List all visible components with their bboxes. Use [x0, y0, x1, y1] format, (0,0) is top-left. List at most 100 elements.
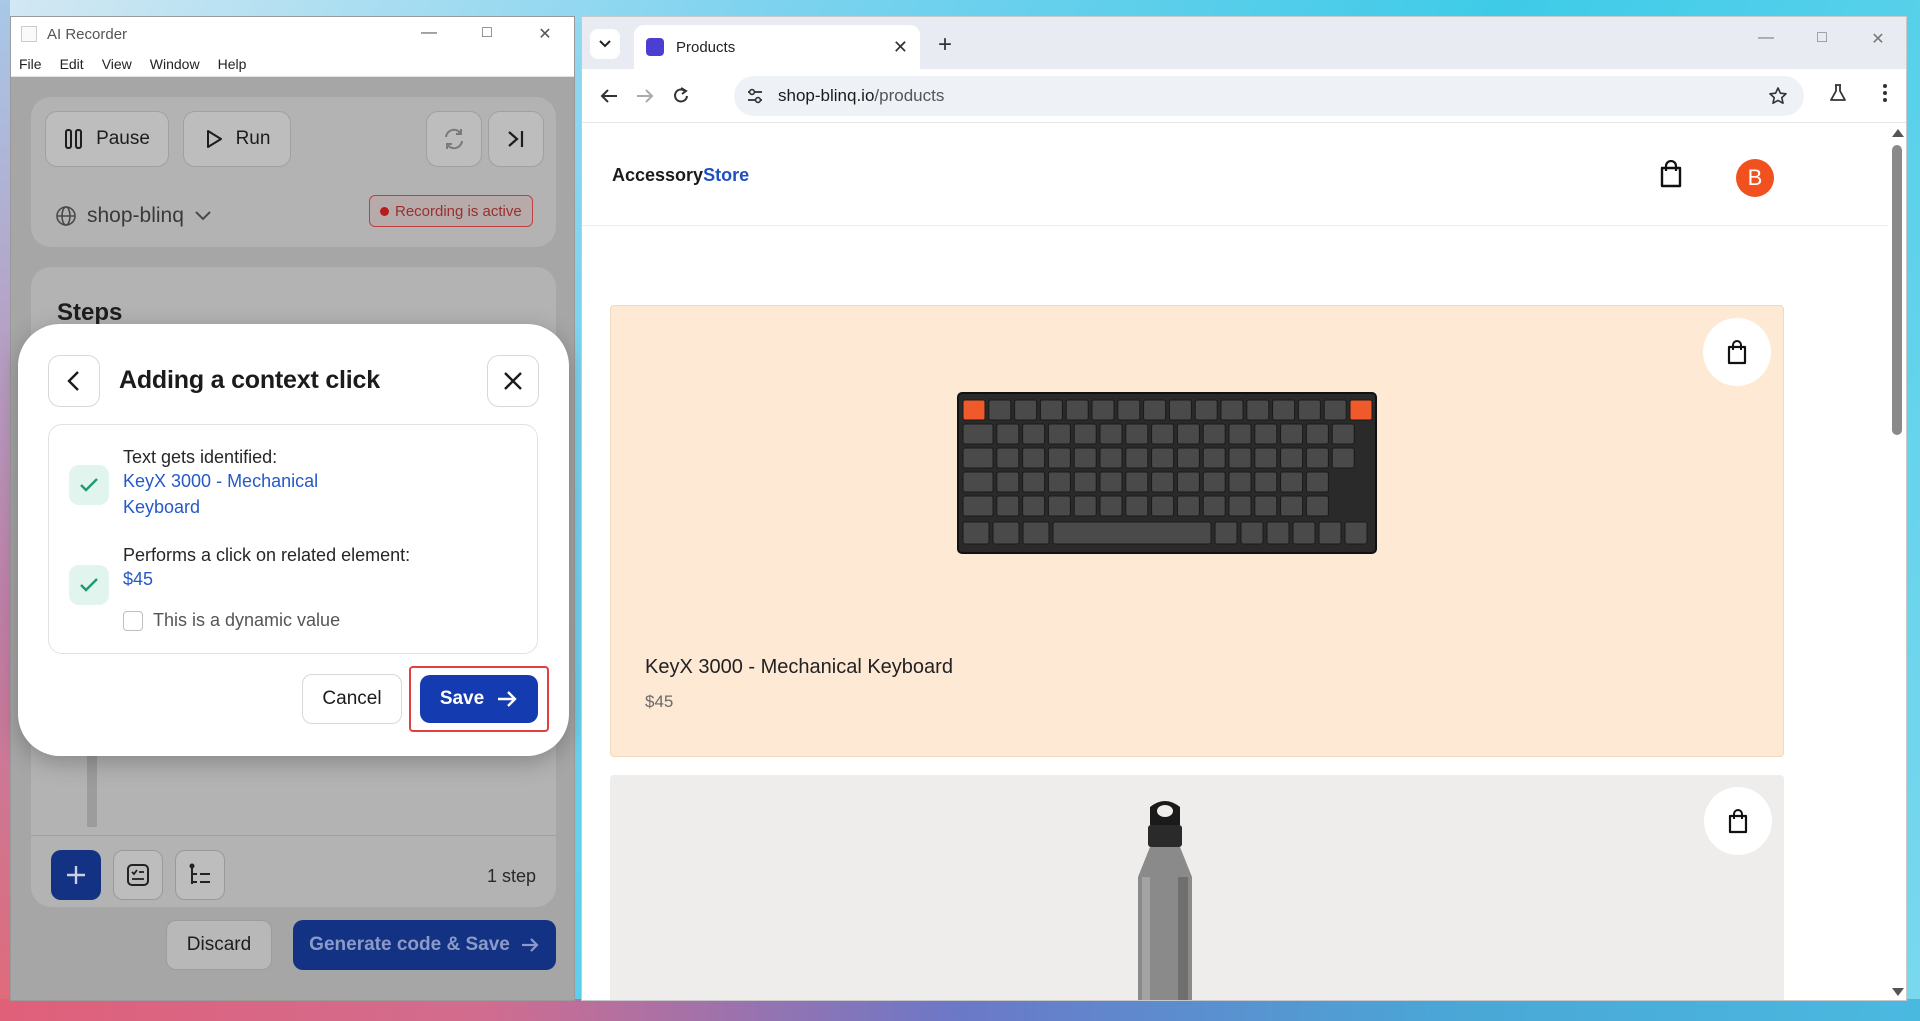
keyboard-key: [1194, 399, 1218, 421]
recorder-titlebar: AI Recorder — □ ✕: [11, 17, 574, 51]
keyboard-key: [1280, 447, 1304, 469]
scroll-thumb[interactable]: [1892, 145, 1902, 435]
address-bar[interactable]: shop-blinq.io/products: [734, 76, 1804, 116]
site-settings-icon[interactable]: [746, 88, 764, 104]
project-name: shop-blinq: [87, 204, 184, 227]
page-viewport: AccessoryStore B KeyX 3000 - Mechanical …: [582, 123, 1906, 1000]
menu-help[interactable]: Help: [216, 56, 247, 72]
favicon-icon: [646, 38, 664, 56]
keyboard-key: [1305, 495, 1329, 517]
keyboard-key: [1344, 521, 1368, 545]
keyboard-key: [1052, 521, 1212, 545]
pause-button[interactable]: Pause: [45, 111, 169, 167]
menu-file[interactable]: File: [17, 56, 42, 72]
scroll-up-icon[interactable]: [1892, 129, 1904, 137]
save-button[interactable]: Save: [420, 675, 538, 723]
shopping-bag-icon: [1727, 340, 1747, 365]
keyboard-key: [1091, 399, 1115, 421]
more-menu-icon[interactable]: [1882, 83, 1888, 108]
globe-icon: [56, 206, 76, 226]
store-header: AccessoryStore B: [582, 123, 1888, 226]
maximize-icon[interactable]: □: [458, 24, 516, 44]
keyboard-key: [1022, 423, 1046, 445]
close-icon[interactable]: ✕: [516, 24, 574, 44]
product-card[interactable]: [610, 775, 1784, 1000]
user-avatar[interactable]: B: [1736, 159, 1774, 197]
keyboard-key: [1073, 447, 1097, 469]
new-tab-icon[interactable]: +: [938, 31, 952, 59]
maximize-icon[interactable]: □: [1794, 29, 1850, 49]
window-controls: — □ ✕: [400, 24, 574, 44]
run-label: Run: [235, 128, 271, 149]
tab-title: Products: [676, 38, 736, 56]
keyboard-key: [1214, 521, 1238, 545]
text-identified-check-icon: [69, 465, 109, 505]
minimize-icon[interactable]: —: [1738, 29, 1794, 49]
forward-arrow-icon[interactable]: [632, 83, 658, 109]
menu-view[interactable]: View: [100, 56, 132, 72]
recorder-window-title: AI Recorder: [47, 25, 128, 43]
water-bottle-image: [1138, 801, 1192, 1000]
recording-status-badge: Recording is active: [369, 195, 533, 227]
keyboard-key: [1202, 447, 1226, 469]
dynamic-value-checkbox[interactable]: [123, 610, 143, 631]
project-selector[interactable]: shop-blinq: [55, 204, 212, 228]
keyboard-key: [1125, 447, 1149, 469]
keyboard-key: [1047, 447, 1071, 469]
keyboard-image: [957, 392, 1377, 554]
back-arrow-icon[interactable]: [596, 83, 622, 109]
reload-icon[interactable]: [668, 83, 694, 109]
keyboard-key: [1073, 423, 1097, 445]
store-logo[interactable]: AccessoryStore: [612, 165, 749, 186]
keyboard-key: [1202, 423, 1226, 445]
run-button[interactable]: Run: [183, 111, 291, 167]
back-button[interactable]: [48, 355, 100, 407]
plus-icon: [67, 866, 85, 884]
keyboard-key: [1176, 447, 1200, 469]
discard-button[interactable]: Discard: [166, 920, 272, 970]
menu-window[interactable]: Window: [148, 56, 200, 72]
context-details-box: Text gets identified: KeyX 3000 - Mechan…: [48, 424, 538, 654]
keyboard-key: [1039, 399, 1063, 421]
dynamic-value-label: This is a dynamic value: [153, 610, 341, 630]
product-name[interactable]: KeyX 3000 - Mechanical Keyboard: [645, 656, 953, 679]
url-path: /products: [874, 86, 945, 105]
labs-flask-icon[interactable]: [1828, 83, 1848, 108]
dynamic-value-option[interactable]: This is a dynamic value: [123, 610, 340, 631]
add-to-cart-button[interactable]: [1704, 787, 1772, 855]
tab-close-icon[interactable]: ✕: [893, 37, 908, 58]
click-element-label: Performs a click on related element:: [123, 545, 411, 565]
cart-icon[interactable]: [1658, 159, 1684, 193]
tab-strip: Products ✕ + — □ ✕: [582, 17, 1906, 69]
keyboard-key: [1125, 495, 1149, 517]
refresh-button[interactable]: [426, 111, 482, 167]
close-icon[interactable]: ✕: [1850, 29, 1906, 49]
product-price[interactable]: $45: [645, 692, 673, 712]
checklist-icon: [127, 864, 149, 886]
modal-close-button[interactable]: [487, 355, 539, 407]
bookmark-star-icon[interactable]: [1768, 86, 1788, 111]
product-card[interactable]: KeyX 3000 - Mechanical Keyboard $45: [610, 305, 1784, 757]
add-step-button[interactable]: [51, 850, 101, 900]
generate-code-save-button[interactable]: Generate code & Save: [293, 920, 556, 970]
cancel-button[interactable]: Cancel: [302, 674, 402, 724]
keyboard-key: [1022, 521, 1050, 545]
keyboard-key: [1228, 447, 1252, 469]
scroll-down-icon[interactable]: [1892, 988, 1904, 996]
text-identified-label: Text gets identified:: [123, 447, 278, 467]
skip-to-end-button[interactable]: [488, 111, 544, 167]
close-icon: [504, 372, 522, 390]
url-host: shop-blinq.io: [778, 86, 875, 105]
app-icon: [21, 26, 37, 42]
browser-window: Products ✕ + — □ ✕ shop-blinq.io/product…: [581, 16, 1907, 1001]
keyboard-key: [1254, 471, 1278, 493]
tab-products[interactable]: Products ✕: [634, 25, 920, 69]
minimize-icon[interactable]: —: [400, 24, 458, 44]
checklist-button[interactable]: [113, 850, 163, 900]
add-to-cart-button[interactable]: [1703, 318, 1771, 386]
tab-search-button[interactable]: [590, 29, 620, 59]
keyboard-key: [962, 495, 994, 517]
menu-edit[interactable]: Edit: [58, 56, 84, 72]
vertical-scrollbar[interactable]: [1888, 123, 1906, 1000]
step-tree-button[interactable]: [175, 850, 225, 900]
